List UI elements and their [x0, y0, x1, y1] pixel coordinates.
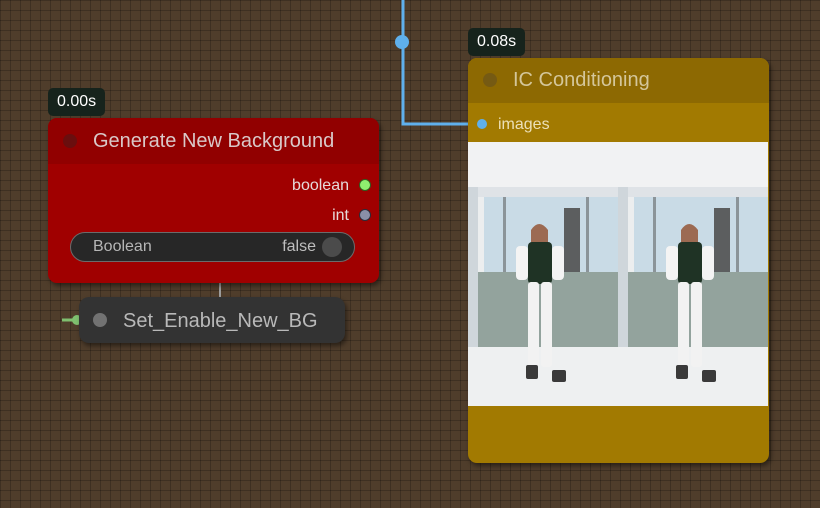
- input-label-images: images: [498, 116, 550, 133]
- output-slot-boolean-icon[interactable]: [359, 179, 371, 191]
- node-header[interactable]: Generate New Background: [48, 118, 379, 164]
- toggle-knob-icon[interactable]: [322, 237, 342, 257]
- node-header[interactable]: IC Conditioning: [468, 58, 769, 103]
- execution-time-badge: 0.08s: [468, 28, 526, 56]
- image-preview: [468, 142, 768, 406]
- output-label-boolean: boolean: [292, 177, 349, 194]
- execution-time-badge: 0.00s: [48, 88, 106, 116]
- widget-value: false: [282, 238, 316, 255]
- ic-conditioning-node[interactable]: IC Conditioning images: [468, 58, 769, 463]
- generate-new-background-node[interactable]: Generate New Background boolean int Bool…: [48, 118, 379, 283]
- preview-image-frame-2: [618, 142, 768, 406]
- output-slot-int-icon[interactable]: [359, 209, 371, 221]
- input-slot-images-icon[interactable]: [477, 119, 487, 129]
- collapse-toggle-icon[interactable]: [63, 134, 77, 148]
- output-label-int: int: [332, 207, 349, 224]
- link-reroute-dot[interactable]: [395, 35, 409, 49]
- node-title: Set_Enable_New_BG: [123, 310, 318, 332]
- preview-image-frame-1: [468, 142, 618, 406]
- node-graph-canvas[interactable]: 0.00s Generate New Background boolean in…: [0, 0, 820, 508]
- node-title: IC Conditioning: [513, 69, 650, 91]
- node-title: Generate New Background: [93, 130, 335, 152]
- collapse-toggle-icon[interactable]: [93, 313, 107, 327]
- collapse-toggle-icon[interactable]: [483, 73, 497, 87]
- set-enable-new-bg-node[interactable]: Set_Enable_New_BG: [79, 297, 345, 343]
- widget-label: Boolean: [93, 238, 152, 255]
- boolean-toggle-widget[interactable]: Boolean false: [70, 232, 355, 262]
